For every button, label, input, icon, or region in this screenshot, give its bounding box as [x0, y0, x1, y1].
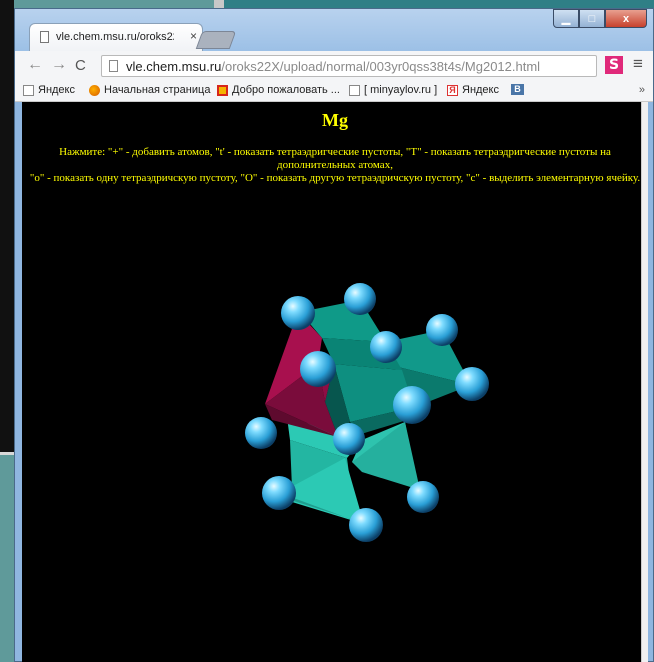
atom	[245, 417, 277, 449]
atom	[426, 314, 458, 346]
browser-tab[interactable]: vle.chem.msu.ru/oroks22X ×	[29, 23, 203, 51]
atom	[349, 508, 383, 542]
vertical-scrollbar[interactable]	[641, 102, 648, 662]
url-path: /oroks22X/upload/normal/003yr0qss38t4s/M…	[221, 59, 541, 74]
tab-title: vle.chem.msu.ru/oroks22X	[56, 31, 174, 43]
reload-icon[interactable]: C	[75, 57, 86, 74]
vk-icon: B	[511, 84, 524, 95]
browser-window: vle.chem.msu.ru/oroks22X × ▁ □ x ← → C v…	[14, 8, 654, 662]
address-bar[interactable]: vle.chem.msu.ru/oroks22X/upload/normal/0…	[101, 55, 597, 77]
back-icon[interactable]: ←	[27, 56, 43, 74]
minimize-button[interactable]: ▁	[553, 9, 579, 28]
atom	[455, 367, 489, 401]
url-text: vle.chem.msu.ru/oroks22X/upload/normal/0…	[126, 59, 540, 74]
atom	[262, 476, 296, 510]
new-tab-button[interactable]	[195, 31, 237, 49]
page-content: Mg Нажмите: "+" - добавить атомов, "t' -…	[22, 102, 648, 662]
forward-icon[interactable]: →	[51, 56, 67, 74]
bookmark-vk[interactable]: B	[511, 84, 524, 95]
atom	[407, 481, 439, 513]
yandex-icon: Я	[447, 84, 458, 96]
window-controls: ▁ □ x	[553, 9, 647, 29]
tab-close-icon[interactable]: ×	[190, 29, 197, 43]
navigation-toolbar: ← → C vle.chem.msu.ru/oroks22X/upload/no…	[15, 51, 653, 82]
bookmarks-more-icon[interactable]: »	[639, 84, 645, 96]
atom	[333, 423, 365, 455]
atom	[370, 331, 402, 363]
bookmark-yandex-2[interactable]: Я Яндекс	[447, 84, 499, 96]
atom	[300, 351, 336, 387]
firefox-icon	[89, 84, 100, 96]
page-icon	[40, 31, 49, 43]
maximize-button[interactable]: □	[579, 9, 605, 28]
c-icon	[217, 84, 228, 96]
bookmark-label: [ minyaylov.ru ]	[364, 84, 438, 96]
atom	[344, 283, 376, 315]
crystal-structure-3d-view[interactable]	[22, 102, 648, 662]
bookmark-label: Яндекс	[38, 84, 75, 96]
bookmarks-bar: Яндекс Начальная страница Добро пожалова…	[15, 81, 653, 102]
page-icon	[349, 84, 360, 96]
page-icon	[109, 60, 118, 72]
bookmark-welcome[interactable]: Добро пожаловать ...	[217, 84, 340, 96]
atom	[393, 386, 431, 424]
bookmark-label: Добро пожаловать ...	[232, 84, 340, 96]
atom	[281, 296, 315, 330]
bookmark-label: Яндекс	[462, 84, 499, 96]
bookmark-minyaylov[interactable]: [ minyaylov.ru ]	[349, 84, 437, 96]
page-icon	[23, 84, 34, 96]
bookmark-start-page[interactable]: Начальная страница	[89, 84, 210, 96]
extension-icon[interactable]: S	[605, 56, 623, 74]
url-host: vle.chem.msu.ru	[126, 59, 222, 74]
title-bar[interactable]: vle.chem.msu.ru/oroks22X × ▁ □ x	[15, 9, 653, 51]
bookmark-label: Начальная страница	[104, 84, 211, 96]
bookmark-yandex-1[interactable]: Яндекс	[23, 84, 75, 96]
menu-icon[interactable]: ≡	[633, 54, 643, 74]
desktop-background-lower	[0, 452, 14, 662]
close-button[interactable]: x	[605, 9, 647, 28]
